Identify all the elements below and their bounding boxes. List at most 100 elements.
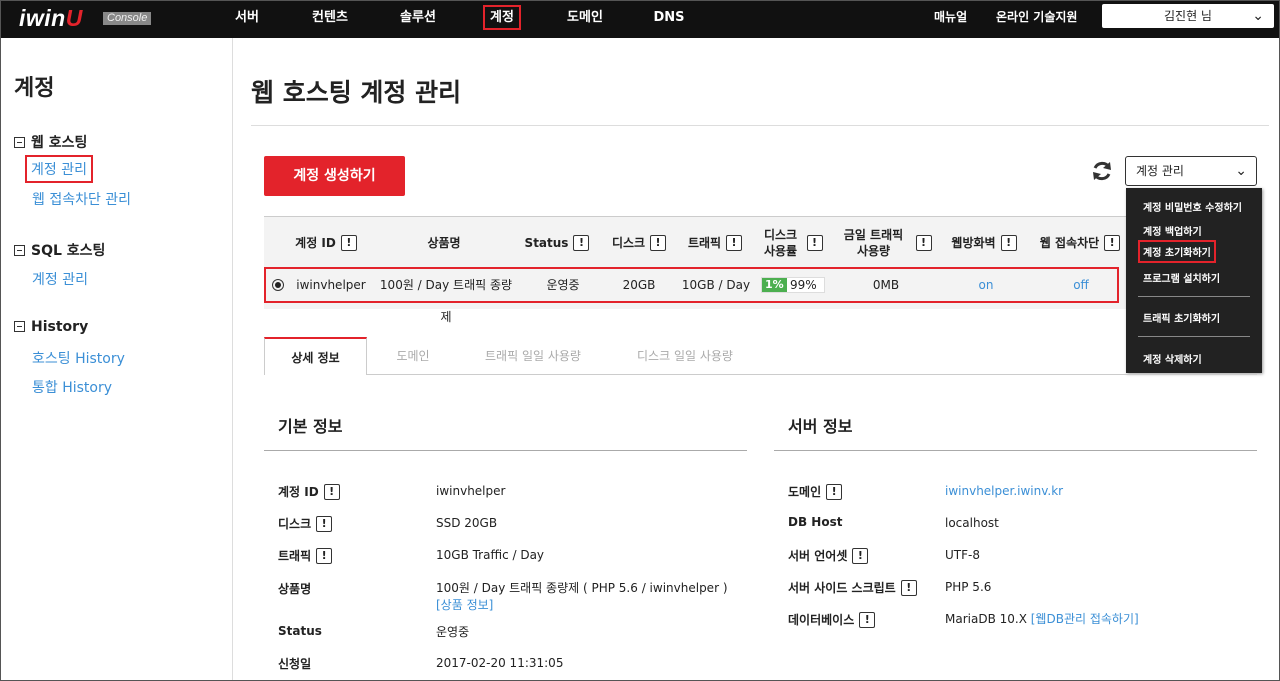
- tab-detail-info[interactable]: 상세 정보: [264, 337, 367, 375]
- disk-usage-free: 99%: [790, 278, 817, 292]
- nav-server[interactable]: 서버: [229, 1, 265, 38]
- nav-contents[interactable]: 컨텐츠: [307, 1, 353, 38]
- nav-dns[interactable]: DNS: [651, 1, 687, 38]
- logo[interactable]: iwinU: [19, 5, 83, 32]
- label-traffic: 트래픽!: [278, 547, 333, 564]
- info-icon[interactable]: !: [650, 234, 667, 251]
- label-database: 데이터베이스!: [788, 611, 876, 628]
- label-db-host: DB Host: [788, 515, 843, 529]
- menu-divider: [1138, 296, 1250, 297]
- label-account-id: 계정 ID!: [278, 483, 340, 500]
- col-firewall: 웹방화벽!: [944, 217, 1024, 268]
- col-disk: 디스크!: [604, 217, 674, 268]
- top-nav: iwinU Console 서버 컨텐츠 솔루션 계정 도메인 DNS 매뉴얼 …: [1, 1, 1279, 38]
- col-account-id: 계정 ID!: [286, 217, 366, 268]
- menu-item-reset-traffic[interactable]: 트래픽 초기화하기: [1143, 310, 1220, 325]
- info-icon[interactable]: !: [340, 234, 357, 251]
- value-db-host: localhost: [945, 516, 999, 530]
- col-today-traffic: 금일 트래픽 사용량!: [834, 217, 934, 268]
- logo-text: iwin: [19, 5, 66, 31]
- sidebar-item-total-history[interactable]: 통합 History: [32, 377, 112, 397]
- refresh-icon[interactable]: [1090, 159, 1114, 183]
- sidebar-group-history[interactable]: History: [14, 319, 88, 335]
- sidebar-title: 계정: [14, 76, 55, 101]
- info-icon[interactable]: !: [1000, 234, 1017, 251]
- section-divider: [264, 450, 747, 451]
- col-traffic: 트래픽!: [680, 217, 750, 268]
- info-icon[interactable]: !: [806, 234, 823, 251]
- info-icon[interactable]: !: [323, 483, 340, 500]
- nav-account[interactable]: 계정: [479, 1, 525, 38]
- label-domain: 도메인!: [788, 483, 843, 500]
- logo-u: U: [65, 5, 83, 31]
- col-status: Status!: [522, 217, 592, 268]
- menu-item-delete-account[interactable]: 계정 삭제하기: [1143, 351, 1202, 366]
- value-server-script: PHP 5.6: [945, 580, 992, 594]
- sidebar: 계정 웹 호스팅 계정 관리 웹 접속차단 관리 SQL 호스팅 계정 관리 H…: [1, 38, 233, 680]
- cell-web-block[interactable]: off: [1051, 269, 1111, 301]
- tab-domain[interactable]: 도메인: [377, 337, 449, 375]
- value-database: MariaDB 10.X [웹DB관리 접속하기]: [945, 612, 1139, 626]
- chevron-down-icon: ⌄: [1252, 8, 1264, 24]
- tab-disk-daily[interactable]: 디스크 일일 사용량: [623, 337, 747, 375]
- app-window: iwinU Console 서버 컨텐츠 솔루션 계정 도메인 DNS 매뉴얼 …: [0, 0, 1280, 681]
- account-action-menu: 계정 비밀번호 수정하기 계정 백업하기 계정 초기화하기 프로그램 설치하기 …: [1126, 188, 1262, 373]
- sidebar-item-hosting-history[interactable]: 호스팅 History: [32, 348, 125, 368]
- value-domain[interactable]: iwinvhelper.iwinv.kr: [945, 483, 1063, 500]
- info-icon[interactable]: !: [316, 515, 333, 532]
- value-apply-date: 2017-02-20 11:31:05: [436, 656, 564, 670]
- webdb-link[interactable]: [웹DB관리 접속하기]: [1031, 612, 1139, 626]
- section-divider: [774, 450, 1257, 451]
- value-traffic: 10GB Traffic / Day: [436, 548, 545, 562]
- nav-domain[interactable]: 도메인: [562, 1, 608, 38]
- label-server-script: 서버 사이드 스크립트!: [788, 579, 917, 596]
- collapse-icon: [14, 321, 25, 332]
- sidebar-item-account-manage[interactable]: 계정 관리: [25, 155, 93, 183]
- disk-usage-bar: 1% 99%: [761, 277, 825, 293]
- value-status: 운영중: [436, 625, 470, 639]
- info-icon[interactable]: !: [826, 483, 843, 500]
- account-action-select[interactable]: 계정 관리 ⌄: [1125, 156, 1257, 186]
- info-icon[interactable]: !: [726, 234, 743, 251]
- cell-id: iwinvhelper: [296, 278, 366, 292]
- collapse-icon: [14, 137, 25, 148]
- menu-item-install-program[interactable]: 프로그램 설치하기: [1143, 270, 1220, 285]
- info-icon[interactable]: !: [915, 234, 932, 251]
- cell-today-traffic: 0MB: [872, 278, 900, 292]
- cell-status: 운영중: [546, 278, 580, 292]
- info-icon[interactable]: !: [859, 611, 876, 628]
- col-disk-usage: 디스크 사용률!: [756, 217, 826, 268]
- user-menu[interactable]: 김진현 님 ⌄: [1102, 4, 1274, 28]
- tab-traffic-daily[interactable]: 트래픽 일일 사용량: [471, 337, 595, 375]
- row-radio[interactable]: [272, 279, 284, 291]
- chevron-down-icon: ⌄: [1235, 163, 1247, 179]
- cell-traffic: 10GB / Day: [681, 278, 751, 292]
- product-info-link[interactable]: [상품 정보]: [436, 598, 493, 612]
- info-icon[interactable]: !: [316, 547, 333, 564]
- table-row[interactable]: iwinvhelper 100원 / Day 트래픽 종량제 운영중 20GB …: [264, 267, 1119, 324]
- info-icon[interactable]: !: [1104, 234, 1121, 251]
- sidebar-item-web-block[interactable]: 웹 접속차단 관리: [32, 189, 131, 209]
- user-name: 김진현 님: [1164, 9, 1212, 23]
- col-product: 상품명: [427, 235, 461, 250]
- create-account-button[interactable]: 계정 생성하기: [264, 156, 405, 196]
- info-icon[interactable]: !: [573, 234, 590, 251]
- collapse-icon: [14, 245, 25, 256]
- section-title-server: 서버 정보: [788, 417, 853, 436]
- menu-divider: [1138, 336, 1250, 337]
- menu-item-change-password[interactable]: 계정 비밀번호 수정하기: [1143, 199, 1242, 214]
- cell-firewall[interactable]: on: [956, 269, 1016, 301]
- nav-manual[interactable]: 매뉴얼: [934, 1, 967, 38]
- nav-support[interactable]: 온라인 기술지원: [996, 1, 1077, 38]
- info-icon[interactable]: !: [900, 579, 917, 596]
- info-icon[interactable]: !: [852, 547, 869, 564]
- cell-product: 100원 / Day 트래픽 종량제: [379, 278, 513, 324]
- nav-solution[interactable]: 솔루션: [395, 1, 441, 38]
- sidebar-group-web-hosting[interactable]: 웹 호스팅: [14, 132, 87, 152]
- disk-usage-fill: 1%: [762, 278, 787, 292]
- label-status: Status: [278, 624, 322, 638]
- menu-item-backup[interactable]: 계정 백업하기: [1143, 223, 1202, 238]
- sidebar-item-sql-account[interactable]: 계정 관리: [32, 269, 88, 289]
- sidebar-group-sql-hosting[interactable]: SQL 호스팅: [14, 240, 105, 260]
- menu-item-reset-account[interactable]: 계정 초기화하기: [1138, 240, 1216, 263]
